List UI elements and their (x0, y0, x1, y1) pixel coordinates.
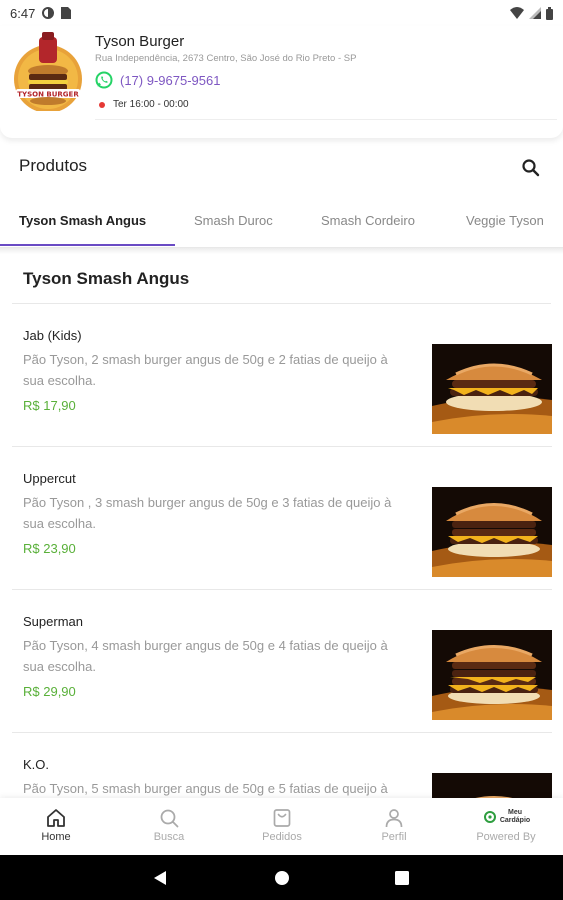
product-image (432, 487, 552, 577)
brand-name: Meu Cardápio (499, 809, 531, 824)
product-image (432, 630, 552, 720)
phone-number[interactable]: (17) 9-9675-9561 (120, 73, 220, 88)
sync-icon (42, 7, 55, 19)
search-icon[interactable] (520, 157, 542, 179)
tab-smash-cordeiro[interactable]: Smash Cordeiro (321, 213, 415, 228)
nav-label: Busca (153, 831, 185, 843)
home-button-icon[interactable] (274, 870, 290, 886)
store-logo: TYSON BURGER (14, 32, 82, 111)
product-description: Pão Tyson , 3 smash burger angus de 50g … (23, 495, 392, 531)
nav-home[interactable]: Home (0, 798, 112, 855)
tab-veggie-tyson[interactable]: Veggie Tyson (466, 213, 544, 228)
signal-icon (529, 7, 541, 19)
store-address: Rua Independência, 2673 Centro, São José… (95, 53, 357, 64)
category-tabs: Tyson Smash Angus Smash Duroc Smash Cord… (0, 196, 563, 248)
product-item[interactable]: Superman Pão Tyson, 4 smash burger angus… (12, 590, 552, 733)
back-icon[interactable] (153, 870, 167, 886)
status-bar: 6:47 (0, 0, 563, 26)
person-icon (385, 809, 403, 828)
product-name: Uppercut (23, 471, 76, 486)
status-time: 6:47 (10, 5, 36, 21)
whatsapp-contact[interactable]: (17) 9-9675-9561 (95, 71, 220, 89)
product-description: Pão Tyson, 4 smash burger angus de 50g e… (23, 638, 388, 674)
nav-label: Powered By (476, 831, 536, 843)
bottom-navigation: Home Busca Pedidos Perfil Meu Cardápio P (0, 798, 563, 855)
tab-smash-duroc[interactable]: Smash Duroc (194, 213, 273, 228)
bag-icon (273, 809, 291, 827)
home-icon (47, 809, 65, 827)
nav-search[interactable]: Busca (113, 798, 225, 855)
whatsapp-icon (95, 71, 113, 89)
product-description: Pão Tyson, 2 smash burger angus de 50g e… (23, 352, 388, 388)
recents-icon[interactable] (395, 871, 409, 885)
product-price: R$ 29,90 (23, 684, 76, 699)
product-item[interactable]: Uppercut Pão Tyson , 3 smash burger angu… (12, 447, 552, 590)
tabs-shadow (0, 248, 563, 254)
product-name: Jab (Kids) (23, 328, 82, 343)
nav-profile[interactable]: Perfil (338, 798, 450, 855)
product-name: Superman (23, 614, 83, 629)
store-header-card: TYSON BURGER Tyson Burger Rua Independên… (0, 26, 563, 138)
products-title: Produtos (19, 156, 88, 175)
divider (95, 119, 557, 120)
nav-powered-by[interactable]: Meu Cardápio Powered By (450, 798, 562, 855)
section-title: Tyson Smash Angus (23, 269, 190, 288)
nav-orders[interactable]: Pedidos (226, 798, 338, 855)
store-name: Tyson Burger (95, 33, 185, 50)
hours-text: Ter 16:00 - 00:00 (113, 99, 189, 110)
sim-card-icon (61, 7, 72, 19)
product-price: R$ 17,90 (23, 398, 76, 413)
active-tab-indicator (0, 244, 175, 246)
battery-icon (546, 6, 553, 20)
opening-hours: Ter 16:00 - 00:00 (99, 99, 189, 110)
wifi-icon (510, 7, 524, 19)
system-navigation-bar (0, 855, 563, 900)
nav-label: Pedidos (262, 831, 302, 843)
nav-label: Home (41, 831, 71, 843)
product-image (432, 344, 552, 434)
search-icon (160, 809, 179, 828)
product-price: R$ 23,90 (23, 541, 76, 556)
meu-cardapio-icon (484, 811, 496, 823)
product-item[interactable]: Jab (Kids) Pão Tyson, 2 smash burger ang… (12, 304, 552, 447)
open-status-dot (99, 101, 105, 108)
nav-label: Perfil (381, 831, 407, 843)
meu-cardapio-logo: Meu Cardápio (484, 809, 531, 825)
tab-tyson-smash-angus[interactable]: Tyson Smash Angus (19, 213, 146, 228)
product-name: K.O. (23, 757, 50, 772)
